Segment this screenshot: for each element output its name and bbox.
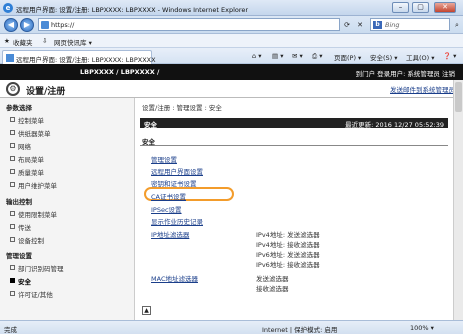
settings-gear-icon: ⚙ (6, 82, 20, 96)
url-input[interactable]: https:// (38, 18, 340, 31)
sidebar-item-network[interactable]: 网络 (10, 141, 31, 151)
breadcrumb: 设置/注册 : 管理设置 : 安全 (142, 104, 222, 112)
inner-title: 安全 (140, 136, 448, 146)
link-job-history[interactable]: 显示作业历史记录 (151, 216, 203, 226)
sidebar-item-quality[interactable]: 质量菜单 (10, 167, 44, 177)
page-menu[interactable]: 页面(P) ▾ (334, 52, 361, 62)
window-title: 远程用户界面: 设置/注册: LBPXXXX: LBPXXXX - Window… (16, 6, 249, 14)
web-slice-gallery[interactable]: 网页快讯库 ▾ (54, 37, 92, 47)
safety-menu[interactable]: 安全(S) ▾ (370, 52, 398, 62)
sidebar: 参数选择 控制菜单 供纸器菜单 网络 布局菜单 质量菜单 用户维护菜单 输出控制… (0, 98, 135, 320)
tools-menu[interactable]: 工具(O) ▾ (406, 52, 435, 62)
last-updated: 最近更新: 2016 12/27 05:52:39 (345, 121, 444, 129)
ipv6-receive-filter: IPv6地址: 接收滤选器 (256, 261, 320, 269)
section-label: 安全 (144, 121, 157, 129)
printer-header: LBPXXXX / LBPXXXX / 到门户 登录用户: 系统管理员 注销 (0, 64, 463, 80)
forward-button[interactable]: ▶ (20, 18, 34, 32)
close-button[interactable]: ✕ (434, 2, 456, 13)
print-icon[interactable]: ⎙ ▾ (312, 52, 323, 61)
refresh-icon[interactable]: ⟳ (342, 20, 352, 30)
add-favorites-icon[interactable]: ⇩ (42, 37, 47, 45)
link-ip-filter[interactable]: IP地址滤选器 (151, 229, 189, 239)
sidebar-item-paper-source[interactable]: 供纸器菜单 (10, 128, 51, 138)
sidebar-item-control-menu[interactable]: 控制菜单 (10, 115, 44, 125)
link-mac-filter[interactable]: MAC地址滤选器 (151, 273, 198, 283)
sidebar-item-device-control[interactable]: 设备控制 (10, 235, 44, 245)
back-button[interactable]: ◀ (4, 18, 18, 32)
page-title: 设置/注册 (26, 87, 66, 97)
minimize-button[interactable]: – (392, 2, 409, 13)
search-placeholder: Bing (385, 21, 400, 29)
inner-title-label: 安全 (142, 138, 155, 146)
page-header: ⚙ 设置/注册 发送邮件到系统管理员 (0, 80, 463, 98)
sidebar-group-preferences: 参数选择 (6, 104, 32, 112)
scrollbar-thumb[interactable] (455, 82, 462, 112)
address-bar: ◀ ▶ https:// ⟳ ✕ b Bing ⌕ (0, 16, 463, 34)
mail-icon[interactable]: ✉ ▾ (292, 52, 303, 60)
stop-icon[interactable]: ✕ (355, 20, 365, 30)
status-bar: 完成 Internet | 保护模式: 启用 100% ▾ (0, 320, 463, 334)
sidebar-group-management: 管理设置 (6, 252, 32, 260)
home-icon[interactable]: ⌂ ▾ (252, 52, 261, 60)
sidebar-item-license[interactable]: 许可证/其他 (10, 289, 53, 299)
ipv6-send-filter: IPv6地址: 发送滤选器 (256, 251, 320, 259)
feeds-icon[interactable]: ▤ ▾ (272, 52, 283, 60)
status-text: 完成 (4, 326, 17, 334)
search-go-icon[interactable]: ⌕ (452, 20, 462, 30)
sidebar-group-output: 输出控制 (6, 198, 32, 206)
security-zone: Internet | 保护模式: 启用 (262, 326, 338, 334)
favorites-star-icon[interactable]: ★ (4, 37, 10, 45)
sidebar-item-restrict[interactable]: 使用限制菜单 (10, 209, 57, 219)
window-titlebar: e 远程用户界面: 设置/注册: LBPXXXX: LBPXXXX - Wind… (0, 0, 463, 16)
main-content: 设置/注册 : 管理设置 : 安全 安全 最近更新: 2016 12/27 05… (138, 98, 453, 320)
bing-icon: b (373, 21, 382, 29)
maximize-button[interactable]: ▢ (412, 2, 429, 13)
tab-page-icon (6, 54, 14, 62)
page-icon (41, 21, 49, 29)
tab-bar: 远程用户界面: 设置/注册: LBPXXXX: LBPXXXX ⌂ ▾ ▤ ▾ … (0, 48, 463, 64)
link-ca-cert-settings[interactable]: CA证书设置 (151, 191, 186, 201)
favorites-button[interactable]: 收藏夹 (13, 37, 33, 47)
help-menu[interactable]: ❓ ▾ (443, 52, 456, 60)
section-bar: 安全 最近更新: 2016 12/27 05:52:39 (140, 118, 448, 129)
url-text: https:// (51, 21, 75, 29)
sidebar-item-dept-id[interactable]: 部门识别码管理 (10, 263, 64, 273)
link-remote-ui-settings[interactable]: 远程用户界面设置 (151, 166, 203, 176)
link-management-settings[interactable]: 管理设置 (151, 154, 177, 164)
header-links[interactable]: 到门户 登录用户: 系统管理员 注销 (356, 68, 455, 78)
ipv4-send-filter: IPv4地址: 发送滤选器 (256, 231, 320, 239)
tab-current[interactable]: 远程用户界面: 设置/注册: LBPXXXX: LBPXXXX (2, 50, 156, 64)
link-ipsec-settings[interactable]: IPSec设置 (151, 204, 182, 214)
ipv4-receive-filter: IPv4地址: 接收滤选器 (256, 241, 320, 249)
search-input[interactable]: b Bing (370, 18, 450, 31)
favorites-bar: ★ 收藏夹 ⇩ 网页快讯库 ▾ (0, 34, 463, 48)
sidebar-item-user-maintenance[interactable]: 用户维护菜单 (10, 180, 57, 190)
printer-model: LBPXXXX / LBPXXXX / (80, 68, 160, 76)
sidebar-item-transfer[interactable]: 传送 (10, 222, 31, 232)
sidebar-item-layout[interactable]: 布局菜单 (10, 154, 44, 164)
mac-send-filter: 发送滤选器 (256, 275, 289, 283)
ie-icon: e (3, 3, 13, 13)
mac-receive-filter: 接收滤选器 (256, 285, 289, 293)
zoom-level[interactable]: 100% ▾ (410, 324, 434, 332)
vertical-scrollbar[interactable] (453, 80, 463, 320)
page-top-icon[interactable]: ▲ (142, 306, 151, 315)
tab-label: 远程用户界面: 设置/注册: LBPXXXX: LBPXXXX (16, 56, 156, 64)
mail-admin-link[interactable]: 发送邮件到系统管理员 (390, 84, 455, 94)
sidebar-item-security[interactable]: 安全 (10, 276, 31, 286)
